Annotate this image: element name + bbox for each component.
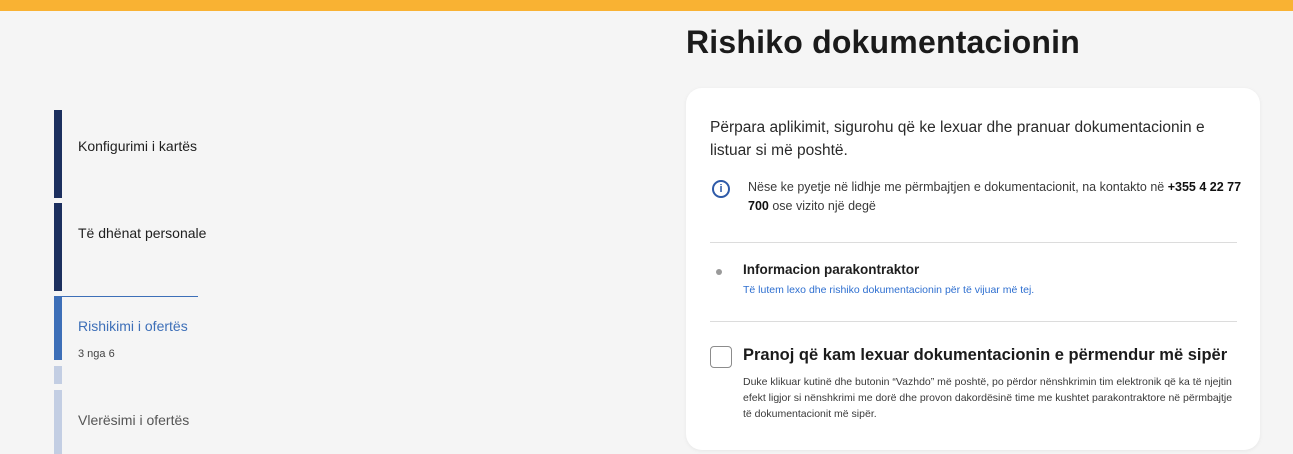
step-label: Të dhënat personale	[78, 225, 207, 241]
step-label: Vlerësimi i ofertës	[78, 412, 190, 428]
accept-checkbox[interactable]	[710, 346, 732, 368]
review-document-link[interactable]: Të lutem lexo dhe rishiko dokumentacioni…	[743, 284, 1034, 296]
step-offer-evaluation[interactable]: Vlerësimi i ofertës	[54, 390, 204, 454]
step-label: Rishikimi i ofertës	[78, 318, 188, 334]
info-icon: i	[712, 180, 730, 198]
step-indicator	[54, 110, 62, 198]
top-accent-bar	[0, 0, 1293, 11]
step-indicator	[54, 296, 62, 360]
step-card-configuration[interactable]: Konfigurimi i kartës	[54, 110, 204, 198]
step-progress-counter: 3 nga 6	[78, 348, 115, 360]
divider	[710, 242, 1237, 243]
divider	[710, 321, 1237, 322]
contact-text: Nëse ke pyetje në lidhje me përmbajtjen …	[748, 180, 1168, 194]
step-indicator	[54, 203, 62, 291]
step-connector	[54, 366, 62, 384]
documentation-card: Përpara aplikimit, sigurohu që ke lexuar…	[686, 88, 1260, 450]
step-label: Konfigurimi i kartës	[78, 138, 198, 154]
contact-text-end: ose vizito një degë	[768, 199, 876, 213]
accept-checkbox-label[interactable]: Pranoj që kam lexuar dokumentacionin e p…	[743, 346, 1227, 365]
step-indicator	[54, 390, 62, 454]
bullet-dot-icon	[716, 269, 722, 275]
accept-description: Duke klikuar kutinë dhe butonin “Vazhdo”…	[743, 376, 1233, 420]
page-title: Rishiko dokumentacionin	[686, 24, 1080, 60]
intro-text: Përpara aplikimit, sigurohu që ke lexuar…	[710, 119, 1205, 159]
step-personal-data[interactable]: Të dhënat personale	[54, 203, 207, 291]
step-active-underline	[62, 296, 198, 297]
document-title: Informacion parakontraktor	[743, 262, 920, 277]
step-offer-review[interactable]: Rishikimi i ofertës 3 nga 6	[54, 296, 204, 360]
contact-info: Nëse ke pyetje në lidhje me përmbajtjen …	[748, 178, 1248, 216]
